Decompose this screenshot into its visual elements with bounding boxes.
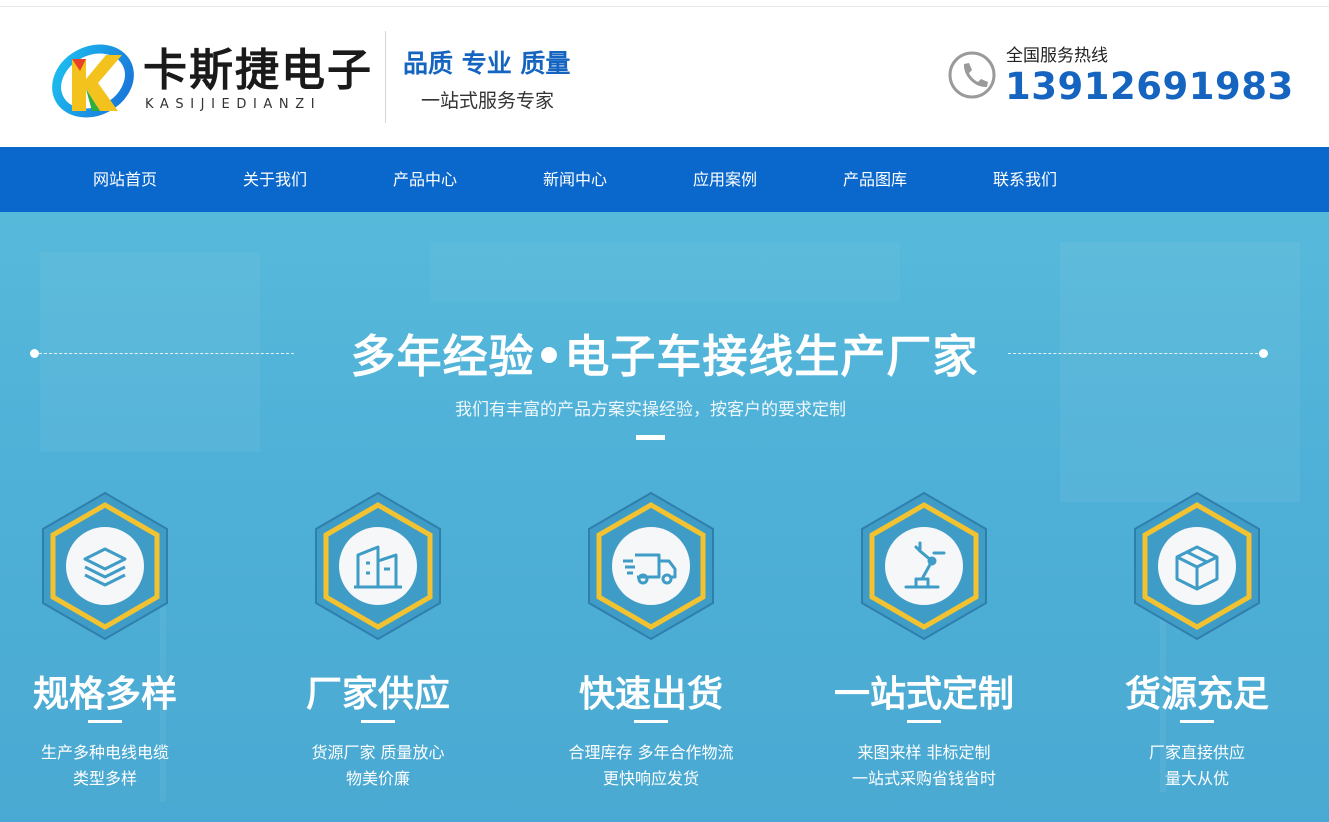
feature-desc-line1: 合理库存 多年合作物流 [568, 743, 734, 762]
phone-icon [948, 51, 996, 99]
delivery-truck-icon [588, 491, 714, 641]
header-divider [385, 31, 386, 123]
feature-divider [1180, 720, 1214, 723]
feature-desc-line2: 量大从优 [1164, 769, 1229, 788]
feature-desc-line2: 更快响应发货 [602, 769, 699, 788]
feature-title: 货源充足 [1124, 674, 1269, 715]
logo-icon[interactable] [52, 41, 134, 121]
slogan-main: 品质 专业 质量 [403, 49, 571, 78]
nav-item-cases[interactable]: 应用案例 [660, 147, 790, 212]
slogan-sub: 一站式服务专家 [421, 90, 555, 112]
feature-card: 规格多样 生产多种电线电缆 类型多样 [5, 487, 205, 807]
feature-title: 规格多样 [32, 674, 177, 715]
hero-banner: 多年经验•电子车接线生产厂家 我们有丰富的产品方案实操经验，按客户的要求定制 规… [0, 212, 1329, 822]
nav-item-about[interactable]: 关于我们 [210, 147, 340, 212]
brand-pinyin: KASIJIEDIANZI [145, 97, 322, 112]
feature-title: 一站式定制 [833, 674, 1014, 715]
feature-divider [361, 720, 395, 723]
feature-desc-line1: 来图来样 非标定制 [857, 743, 991, 762]
package-box-icon [1134, 491, 1260, 641]
feature-divider [634, 720, 668, 723]
feature-desc-line2: 一站式采购省钱省时 [851, 769, 996, 788]
nav-item-home[interactable]: 网站首页 [60, 147, 190, 212]
feature-title: 快速出货 [578, 674, 723, 715]
feature-desc-line1: 厂家直接供应 [1148, 743, 1245, 762]
hotline-number[interactable]: 13912691983 [1005, 65, 1294, 108]
main-nav: 网站首页 关于我们 产品中心 新闻中心 应用案例 产品图库 联系我们 [0, 147, 1329, 212]
layers-icon [42, 491, 168, 641]
feature-desc-line2: 物美价廉 [345, 769, 410, 788]
feature-divider [88, 720, 122, 723]
feature-desc-line1: 生产多种电线电缆 [40, 743, 169, 762]
nav-item-gallery[interactable]: 产品图库 [810, 147, 940, 212]
brand-name[interactable]: 卡斯捷电子 [143, 45, 373, 97]
hero-title: 多年经验•电子车接线生产厂家 [350, 330, 979, 383]
feature-desc-line2: 类型多样 [72, 769, 137, 788]
feature-card: 厂家供应 货源厂家 质量放心 物美价廉 [278, 487, 478, 807]
hero-subtitle: 我们有丰富的产品方案实操经验，按客户的要求定制 [455, 400, 846, 420]
nav-item-contact[interactable]: 联系我们 [960, 147, 1090, 212]
factory-building-icon [315, 491, 441, 641]
feature-card: 快速出货 合理库存 多年合作物流 更快响应发货 [551, 487, 751, 807]
feature-card: 一站式定制 来图来样 非标定制 一站式采购省钱省时 [824, 487, 1024, 807]
feature-divider [907, 720, 941, 723]
feature-desc-line1: 货源厂家 质量放心 [311, 743, 445, 762]
site-header: 卡斯捷电子 KASIJIEDIANZI 品质 专业 质量 一站式服务专家 全国服… [0, 7, 1329, 147]
hotline-label: 全国服务热线 [1006, 46, 1108, 66]
hero-divider [636, 435, 665, 440]
robot-arm-icon [861, 491, 987, 641]
feature-title: 厂家供应 [305, 674, 450, 715]
feature-card: 货源充足 厂家直接供应 量大从优 [1097, 487, 1297, 807]
nav-item-news[interactable]: 新闻中心 [510, 147, 640, 212]
nav-item-products[interactable]: 产品中心 [360, 147, 490, 212]
